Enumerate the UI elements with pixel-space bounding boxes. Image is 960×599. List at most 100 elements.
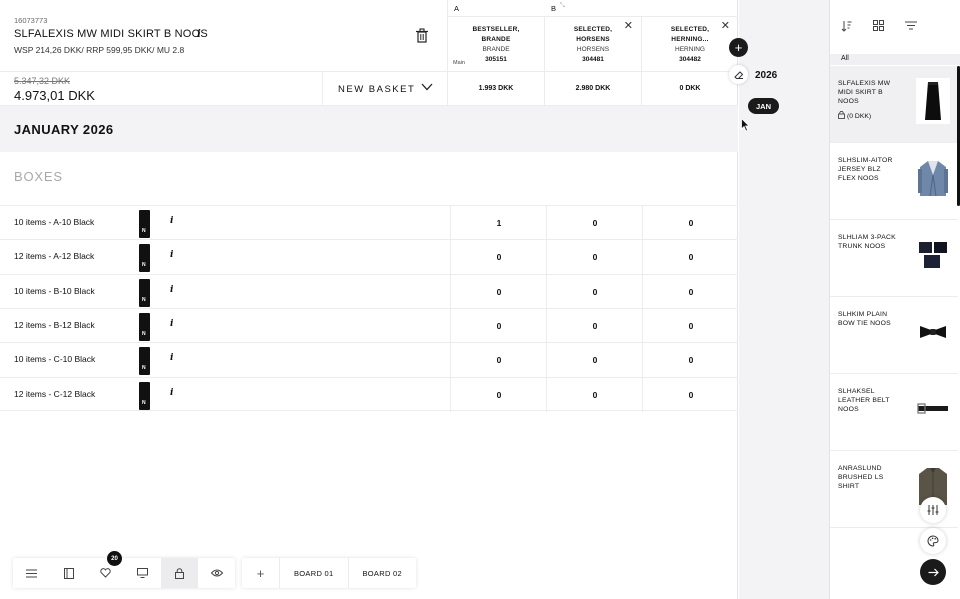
next-button[interactable] bbox=[920, 559, 946, 585]
store-column-2: SELECTED, HORSENS HORSENS 304481 ✕ bbox=[544, 17, 641, 72]
blazer-icon bbox=[916, 155, 950, 201]
book-icon bbox=[63, 567, 74, 579]
sidebar-product-item[interactable]: SLHSLIM-AITOR JERSEY BLZ FLEX NOOS bbox=[830, 143, 958, 220]
basket-label: NEW BASKET bbox=[338, 83, 416, 95]
product-thumbnail bbox=[139, 381, 150, 410]
lock-bag-icon bbox=[175, 567, 184, 579]
sidebar-product-item[interactable]: SLHLIAM 3-PACK TRUNK NOOS bbox=[830, 220, 958, 297]
quantity-cell[interactable]: 0 bbox=[450, 377, 547, 412]
store-total-1: 1.993 DKK bbox=[447, 72, 544, 106]
sliders-icon bbox=[927, 505, 939, 515]
quantity-cell[interactable]: 0 bbox=[642, 274, 739, 309]
board-tab-1[interactable]: BOARD 01 bbox=[279, 558, 348, 588]
palette-button[interactable] bbox=[920, 528, 946, 554]
lock-bag-icon bbox=[838, 110, 845, 119]
board-tab-2[interactable]: BOARD 02 bbox=[347, 558, 417, 588]
sidebar-product-item[interactable]: SLHKIM PLAIN BOW TIE NOOS bbox=[830, 297, 958, 374]
table-row: 12 items - B-12 Blacki000 bbox=[0, 307, 739, 343]
sidebar-product-item[interactable]: SLFALEXIS MW MIDI SKIRT B NOOS (0 DKK) bbox=[830, 66, 958, 143]
add-delivery-button[interactable]: + bbox=[729, 38, 748, 57]
quantity-cell[interactable]: 0 bbox=[642, 377, 739, 412]
eye-icon bbox=[210, 569, 223, 577]
quantity-cell[interactable]: 0 bbox=[642, 206, 739, 240]
store-number: 304481 bbox=[582, 56, 604, 63]
box-label: 10 items - B-10 Black bbox=[14, 285, 95, 296]
palette-icon bbox=[927, 535, 939, 547]
sidebar-tab-all[interactable]: All bbox=[830, 54, 960, 65]
table-row: 10 items - A-10 Blacki100 bbox=[0, 205, 739, 240]
quantity-cell[interactable]: 1 bbox=[450, 206, 547, 240]
menu-icon bbox=[26, 569, 37, 577]
belt-icon bbox=[916, 386, 950, 432]
quantity-cell[interactable]: 0 bbox=[546, 206, 643, 240]
info-icon[interactable]: i bbox=[170, 285, 173, 295]
filter-icon[interactable] bbox=[905, 21, 917, 30]
info-icon[interactable]: i bbox=[170, 388, 173, 398]
product-thumbnail bbox=[139, 244, 150, 273]
presentation-button[interactable] bbox=[124, 558, 161, 588]
sidebar-tab-label: All bbox=[841, 55, 849, 62]
grid-icon[interactable] bbox=[873, 20, 884, 31]
trash-icon[interactable] bbox=[415, 28, 429, 43]
heart-icon bbox=[100, 568, 111, 578]
product-info-icon[interactable]: i bbox=[197, 29, 201, 40]
sidebar-product-name: SLHAKSEL LEATHER BELT NOOS bbox=[838, 388, 890, 413]
quantity-cell[interactable]: 0 bbox=[642, 240, 739, 275]
basket-button[interactable] bbox=[161, 558, 198, 588]
quantity-cell[interactable]: 0 bbox=[450, 240, 547, 275]
quantity-cell[interactable]: 0 bbox=[642, 308, 739, 343]
menu-button[interactable] bbox=[13, 558, 50, 588]
store-number: 304482 bbox=[679, 56, 701, 63]
sidebar-product-basket: (0 DKK) bbox=[838, 110, 872, 120]
quantity-cell[interactable]: 0 bbox=[546, 240, 643, 275]
quantity-cell[interactable]: 0 bbox=[450, 274, 547, 309]
info-icon[interactable]: i bbox=[170, 216, 173, 226]
main-store-tag: Main bbox=[453, 60, 465, 66]
product-thumbnail bbox=[139, 312, 150, 341]
add-board-button[interactable]: + bbox=[242, 558, 279, 588]
quantity-cell[interactable]: 0 bbox=[450, 308, 547, 343]
adjust-button[interactable] bbox=[920, 497, 946, 523]
eraser-icon bbox=[733, 70, 743, 79]
sidebar-product-name: SLHLIAM 3-PACK TRUNK NOOS bbox=[838, 234, 896, 250]
product-header: 16073773 SLFALEXIS MW MIDI SKIRT B NOOS … bbox=[0, 0, 447, 72]
quantity-cell[interactable]: 0 bbox=[546, 343, 643, 378]
close-icon[interactable]: ✕ bbox=[721, 21, 730, 32]
close-icon[interactable]: ✕ bbox=[624, 21, 633, 32]
store-city: HORSENS bbox=[576, 46, 610, 53]
month-pill-jan[interactable]: JAN bbox=[748, 98, 779, 114]
catalog-button[interactable] bbox=[50, 558, 87, 588]
chevron-down-icon bbox=[421, 83, 433, 91]
sidebar-product-item[interactable]: SLHAKSEL LEATHER BELT NOOS bbox=[830, 374, 958, 451]
order-panel: 16073773 SLFALEXIS MW MIDI SKIRT B NOOS … bbox=[0, 0, 738, 599]
expand-icon[interactable]: ⤡ bbox=[560, 3, 565, 10]
quantity-cell[interactable]: 0 bbox=[546, 308, 643, 343]
month-title: JANUARY 2026 bbox=[14, 122, 114, 137]
box-label: 12 items - A-12 Black bbox=[14, 251, 95, 262]
sort-icon[interactable] bbox=[841, 20, 852, 32]
info-icon[interactable]: i bbox=[170, 250, 173, 260]
box-label: 12 items - C-12 Black bbox=[14, 388, 96, 399]
product-thumbnail bbox=[139, 210, 150, 238]
store-column-1: BESTSELLER, BRANDE BRANDE 305151 Main bbox=[447, 17, 544, 72]
quantity-cell[interactable]: 0 bbox=[450, 343, 547, 378]
product-thumbnail bbox=[139, 278, 150, 307]
basket-value: (0 DKK) bbox=[847, 113, 872, 120]
quantity-cell[interactable]: 0 bbox=[546, 377, 643, 412]
info-icon[interactable]: i bbox=[170, 319, 173, 329]
quantity-cell[interactable]: 0 bbox=[642, 343, 739, 378]
basket-dropdown[interactable]: NEW BASKET bbox=[322, 72, 447, 106]
sidebar-product-name: SLFALEXIS MW MIDI SKIRT B NOOS bbox=[838, 80, 891, 105]
info-icon[interactable]: i bbox=[170, 353, 173, 363]
store-total-3: 0 DKK bbox=[641, 72, 738, 106]
trunks-icon bbox=[916, 232, 950, 278]
table-row: 10 items - C-10 Blacki000 bbox=[0, 342, 739, 378]
plus-icon: + bbox=[734, 40, 743, 55]
view-button[interactable] bbox=[198, 558, 235, 588]
store-name-line2: HERNING... bbox=[671, 36, 709, 43]
product-name: SLFALEXIS MW MIDI SKIRT B NOOS bbox=[14, 28, 208, 40]
favorites-count-badge: 20 bbox=[107, 551, 122, 566]
edit-button[interactable] bbox=[729, 65, 748, 84]
quantity-cell[interactable]: 0 bbox=[546, 274, 643, 309]
store-name-line1: BESTSELLER, bbox=[472, 26, 520, 33]
